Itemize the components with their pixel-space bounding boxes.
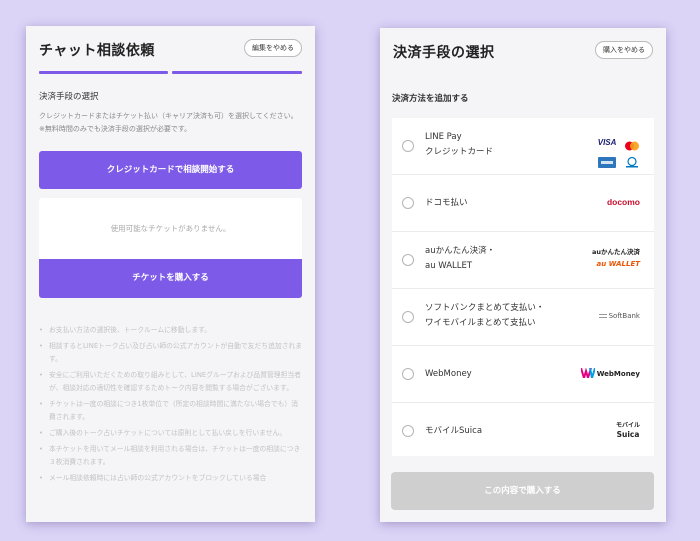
payment-option-docomo[interactable]: ドコモ払い docomo <box>392 175 654 232</box>
suica-logo: モバイル Suica <box>616 421 640 439</box>
payment-option-au[interactable]: auかんたん決済・ au WALLET auかんたん決済 au WALLET <box>392 232 654 289</box>
radio-button[interactable] <box>402 254 414 266</box>
visa-logo: VISA <box>597 138 617 147</box>
label-line2: クレジットカード <box>425 147 494 157</box>
note-item: メール相談依頼時には占い師の公式アカウントをブロックしている場合 <box>39 472 303 485</box>
radio-button[interactable] <box>402 425 414 437</box>
diners-club-icon <box>624 153 640 172</box>
note-item: チケットは一度の相談につき1枚単位で（所定の相談時間に満たない場合でも）消費され… <box>39 398 303 424</box>
no-ticket-message: 使用可能なチケットがありません。 <box>39 198 302 259</box>
section-label: 決済方法を追加する <box>392 94 469 104</box>
payment-option-label: WebMoney <box>425 369 472 379</box>
payment-option-webmoney[interactable]: WebMoney WebMoney <box>392 346 654 403</box>
chat-consult-screen: チャット相談依頼 編集をやめる 決済手段の選択 クレジットカードまたはチケット払… <box>26 26 315 522</box>
progress-step-2 <box>172 71 302 74</box>
webmoney-logo: WebMoney <box>579 367 640 382</box>
payment-method-screen: 決済手段の選択 購入をやめる 決済方法を追加する LINE Pay クレジットカ… <box>380 28 666 522</box>
softbank-logo: SoftBank <box>598 312 640 320</box>
radio-button[interactable] <box>402 197 414 209</box>
note-item: 本チケットを用いてメール相談を利用される場合は、チケットは一度の相談につき３枚消… <box>39 443 303 469</box>
payment-option-linepay[interactable]: LINE Pay クレジットカード VISA <box>392 118 654 175</box>
au-wallet-text: au WALLET <box>596 260 640 268</box>
payment-method-list: LINE Pay クレジットカード VISA ドコモ払い docomo auかん… <box>392 118 654 458</box>
quit-purchase-button[interactable]: 購入をやめる <box>595 41 653 59</box>
header: 決済手段の選択 購入をやめる <box>380 28 666 74</box>
payment-description: クレジットカードまたはチケット払い（キャリア決済も可）を選択してください。※無料… <box>39 112 298 133</box>
purchase-button[interactable]: この内容で購入する <box>391 472 654 510</box>
payment-option-label: LINE Pay クレジットカード <box>425 130 493 160</box>
label-line1: ソフトバンクまとめて支払い・ <box>425 303 545 313</box>
radio-button[interactable] <box>402 311 414 323</box>
header: チャット相談依頼 編集をやめる <box>26 26 315 72</box>
suica-bottom-text: Suica <box>616 430 640 439</box>
docomo-logo: docomo <box>606 197 640 207</box>
credit-card-consult-button[interactable]: クレジットカードで相談開始する <box>39 151 302 189</box>
progress-step-1 <box>39 71 168 74</box>
note-item: ご購入後のトーク占いチケットについては原則として払い戻しを行いません。 <box>39 427 303 440</box>
mastercard-icon <box>624 136 640 150</box>
au-logo: auかんたん決済 au WALLET <box>592 246 640 268</box>
softbank-text: SoftBank <box>608 312 640 320</box>
page-title: 決済手段の選択 <box>393 45 495 61</box>
payment-option-label: auかんたん決済・ au WALLET <box>425 244 495 274</box>
label-line1: auかんたん決済・ <box>425 246 496 256</box>
payment-option-softbank[interactable]: ソフトバンクまとめて支払い・ ワイモバイルまとめて支払い SoftBank <box>392 289 654 346</box>
quit-edit-button[interactable]: 編集をやめる <box>244 39 302 57</box>
softbank-mark-icon <box>598 314 607 318</box>
label-line1: LINE Pay <box>425 132 462 142</box>
payment-option-label: ドコモ払い <box>425 198 468 208</box>
notes-list: お支払い方法の選択後、トークルームに移動します。 相談するとLINEトーク占い及… <box>39 324 303 488</box>
section-label: 決済手段の選択 <box>39 92 99 102</box>
suica-top-text: モバイル <box>615 422 640 429</box>
label-line2: au WALLET <box>425 261 473 271</box>
webmoney-mark-icon <box>579 367 596 382</box>
buy-ticket-button[interactable]: チケットを購入する <box>39 259 302 298</box>
radio-button[interactable] <box>402 368 414 380</box>
payment-option-label: モバイルSuica <box>425 426 483 436</box>
note-item: 安全にご利用いただくための取り組みとして、LINEグループおよび品質管理担当者が… <box>39 369 303 395</box>
card-brand-logos: VISA <box>598 130 640 172</box>
radio-button[interactable] <box>402 140 414 152</box>
au-payment-text: auかんたん決済 <box>591 248 640 256</box>
label-line2: ワイモバイルまとめて支払い <box>425 318 536 328</box>
page-title: チャット相談依頼 <box>39 43 155 59</box>
note-item: 相談するとLINEトーク占い及び占い師の公式アカウントが自動で友だち追加されます… <box>39 340 303 366</box>
payment-option-label: ソフトバンクまとめて支払い・ ワイモバイルまとめて支払い <box>425 301 544 331</box>
webmoney-text: WebMoney <box>596 370 640 378</box>
note-item: お支払い方法の選択後、トークルームに移動します。 <box>39 324 303 337</box>
bottom-action-bar: この内容で購入する <box>380 456 666 522</box>
payment-option-suica[interactable]: モバイルSuica モバイル Suica <box>392 403 654 458</box>
amex-icon <box>598 153 617 172</box>
